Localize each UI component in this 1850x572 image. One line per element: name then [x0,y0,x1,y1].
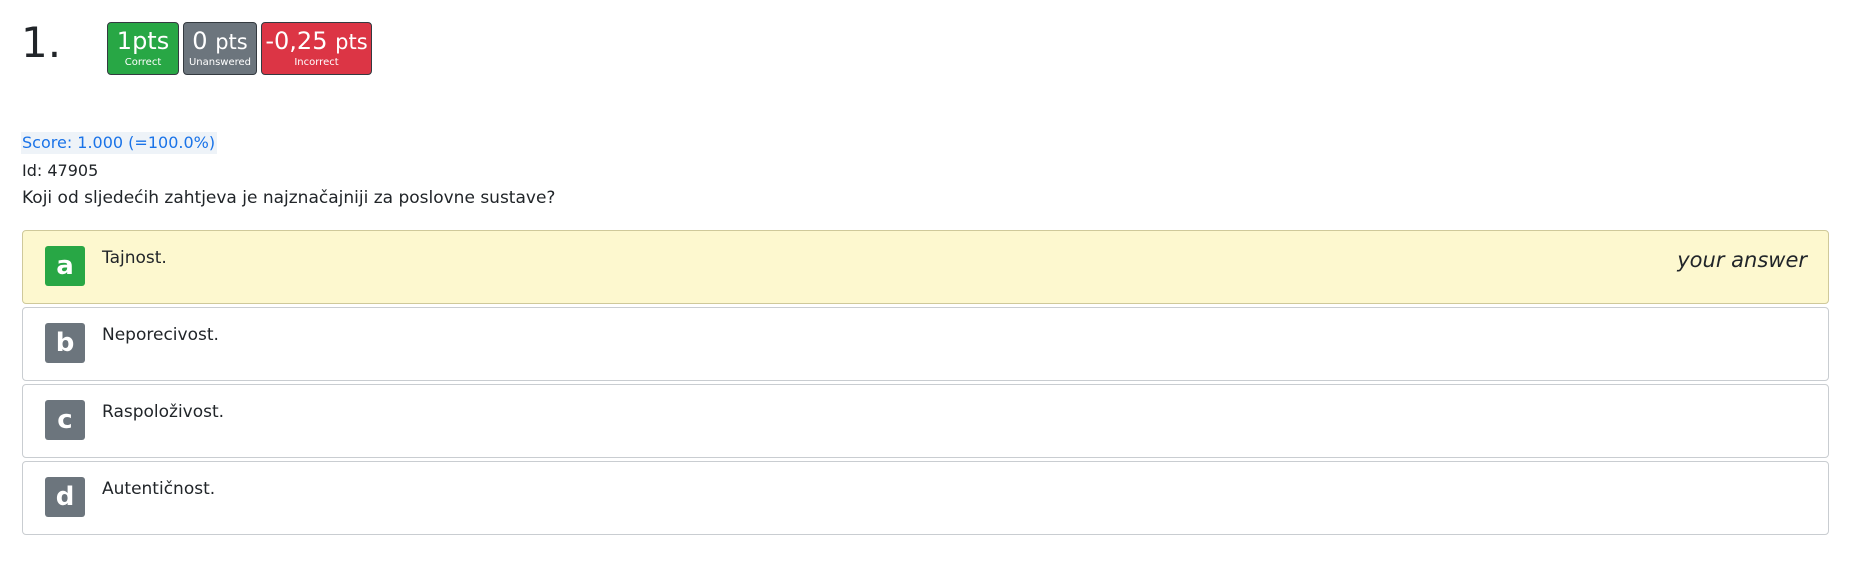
answer-option-d[interactable]: d Autentičnost. [22,461,1829,535]
answer-letter-b: b [45,323,85,363]
incorrect-points-label: Incorrect [294,57,339,68]
incorrect-points-badge: -0,25 pts Incorrect [261,22,372,75]
answer-text-b: Neporecivost. [102,325,219,345]
unanswered-points-unit: pts [215,30,248,54]
answer-letter-a: a [45,246,85,286]
incorrect-points-unit: pts [335,30,368,54]
answer-text-c: Raspoloživost. [102,402,225,422]
incorrect-points-value: -0,25 [265,27,328,55]
answer-option-a[interactable]: a Tajnost. your answer [22,230,1829,304]
answer-letter-d: d [45,477,85,517]
question-page: 1. 1pts Correct 0 pts Unanswered -0,25 p… [0,0,1850,572]
score-text: Score: 1.000 (=100.0%) [21,132,218,154]
correct-points-value: 1 [116,27,133,55]
question-number: 1. [21,18,62,67]
points-badges: 1pts Correct 0 pts Unanswered -0,25 pts … [107,22,372,75]
answer-option-c[interactable]: c Raspoloživost. [22,384,1829,458]
answer-option-b[interactable]: b Neporecivost. [22,307,1829,381]
unanswered-points-badge: 0 pts Unanswered [183,22,257,75]
answer-text-a: Tajnost. [102,248,167,268]
unanswered-points-label: Unanswered [188,57,252,68]
your-answer-label: your answer [1677,248,1807,272]
answer-letter-c: c [45,400,85,440]
question-text: Koji od sljedećih zahtjeva je najznačajn… [22,188,556,208]
answer-list: a Tajnost. your answer b Neporecivost. c… [22,230,1829,538]
correct-points-label: Correct [124,57,162,68]
question-id: Id: 47905 [22,161,99,180]
correct-points-badge: 1pts Correct [107,22,179,75]
answer-text-d: Autentičnost. [102,479,216,499]
unanswered-points-value: 0 [192,27,208,55]
correct-points-unit: pts [132,27,170,55]
